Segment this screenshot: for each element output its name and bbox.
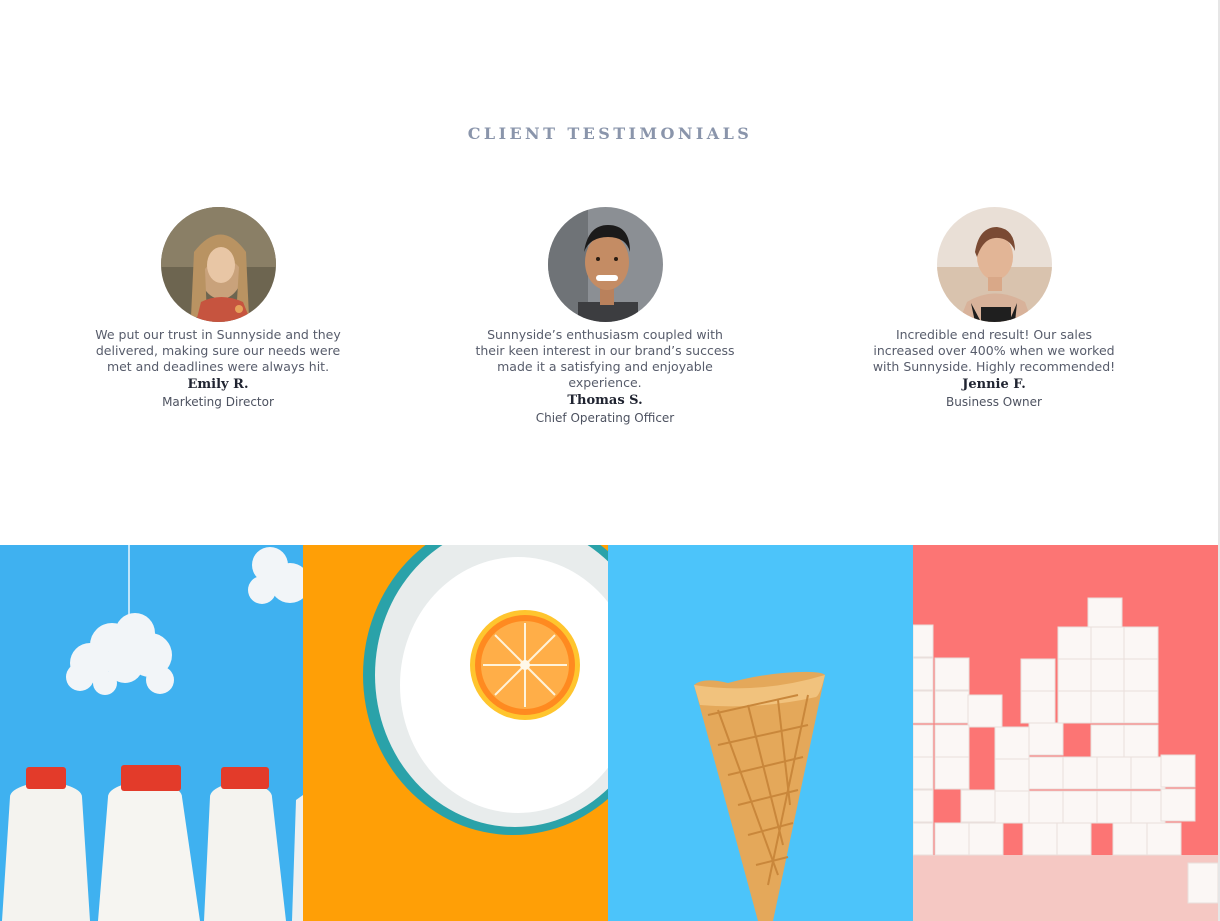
testimonial-role: Business Owner: [946, 395, 1042, 409]
testimonial-name: Jennie F.: [962, 377, 1026, 392]
testimonial-card: We put our trust in Sunnyside and they d…: [88, 207, 348, 410]
testimonial-quote: We put our trust in Sunnyside and they d…: [95, 327, 341, 374]
section-title: CLIENT TESTIMONIALS: [467, 124, 753, 143]
testimonial-quote: Sunnyside’s enthusiasm coupled with thei…: [475, 327, 735, 390]
gallery: [0, 545, 1218, 921]
testimonial-role: Marketing Director: [162, 395, 274, 409]
avatar-emily: [160, 207, 276, 322]
testimonial-name: Thomas S.: [567, 393, 643, 408]
testimonial-quote: Incredible end result! Our sales increas…: [872, 327, 1116, 374]
gallery-image-orange: [303, 545, 608, 921]
avatar-thomas: [547, 207, 663, 322]
gallery-image-ice-cream-cone: [608, 545, 913, 921]
avatar-jennie: [936, 207, 1052, 322]
testimonial-name: Emily R.: [187, 377, 249, 392]
testimonial-role: Chief Operating Officer: [535, 411, 675, 425]
testimonial-card: Sunnyside’s enthusiasm coupled with thei…: [475, 207, 735, 426]
gallery-image-milk-bottles: [0, 545, 303, 921]
testimonial-card: Incredible end result! Our sales increas…: [864, 207, 1124, 410]
gallery-image-sugar-cubes: [913, 545, 1218, 921]
